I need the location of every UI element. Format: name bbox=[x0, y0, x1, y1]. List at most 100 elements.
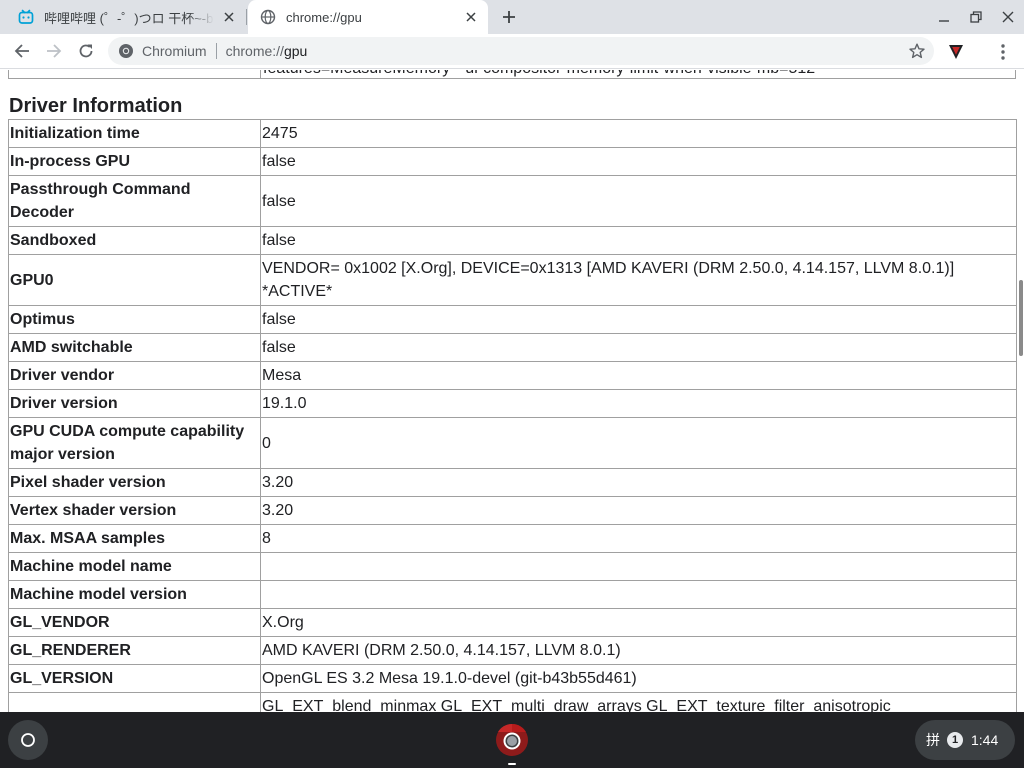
tab-bilibili[interactable]: 哔哩哔哩 (゜-゜)つロ 干杯~-bilibili bbox=[0, 0, 246, 34]
shield-extension-icon bbox=[949, 45, 963, 59]
row-value: false bbox=[260, 305, 1017, 334]
notification-count-badge[interactable]: 1 bbox=[947, 732, 963, 748]
row-key: GL_VENDOR bbox=[8, 608, 261, 637]
new-tab-button[interactable] bbox=[497, 5, 521, 29]
url-scheme: chrome:// bbox=[225, 43, 284, 59]
row-key: Passthrough Command Decoder bbox=[8, 175, 261, 227]
row-key: GL_VERSION bbox=[8, 664, 261, 693]
row-value bbox=[260, 580, 1017, 609]
row-key: GPU0 bbox=[8, 254, 261, 306]
close-tab-icon[interactable] bbox=[460, 6, 482, 28]
table-row: In-process GPU false bbox=[8, 147, 1017, 176]
shelf: 拼 1 1:44 bbox=[0, 712, 1024, 768]
table-row: GL_VENDOR X.Org bbox=[8, 608, 1017, 637]
row-value: X.Org bbox=[260, 608, 1017, 637]
row-key: Initialization time bbox=[8, 119, 261, 148]
row-key: GPU CUDA compute capability major versio… bbox=[8, 417, 261, 469]
table-row: features=MeasureMemory --ui-compositor-m… bbox=[8, 70, 1016, 79]
row-key: Sandboxed bbox=[8, 226, 261, 255]
table-row: Initialization time 2475 bbox=[8, 119, 1017, 148]
star-icon bbox=[909, 43, 925, 59]
row-key: Max. MSAA samples bbox=[8, 524, 261, 553]
row-value: false bbox=[260, 175, 1017, 227]
row-value: AMD KAVERI (DRM 2.50.0, 4.14.157, LLVM 8… bbox=[260, 636, 1017, 665]
url-host: gpu bbox=[283, 43, 308, 59]
row-key: In-process GPU bbox=[8, 147, 261, 176]
row-key: Machine model version bbox=[8, 580, 261, 609]
toolbar: Chromium chrome://gpu bbox=[0, 34, 1024, 69]
launcher-circle-icon bbox=[21, 733, 35, 747]
ime-indicator[interactable]: 拼 bbox=[926, 730, 940, 750]
omnibox[interactable]: Chromium chrome://gpu bbox=[108, 37, 934, 65]
row-key: Machine model name bbox=[8, 552, 261, 581]
status-tray[interactable]: 拼 1 1:44 bbox=[915, 720, 1015, 760]
table-row: Passthrough Command Decoder false bbox=[8, 175, 1017, 227]
row-value: 3.20 bbox=[260, 468, 1017, 497]
table-row: Vertex shader version 3.20 bbox=[8, 496, 1017, 525]
table-row: GL_VERSION OpenGL ES 3.2 Mesa 19.1.0-deve… bbox=[8, 664, 1017, 693]
scrollbar-thumb[interactable] bbox=[1019, 280, 1023, 356]
table-row: GL_EXT_blend_minmax GL_EXT_multi_draw_ar… bbox=[8, 692, 1017, 712]
site-name: Chromium bbox=[142, 43, 207, 59]
tab-title: 哔哩哔哩 (゜-゜)つロ 干杯~-bilibili bbox=[44, 10, 214, 26]
table-row: Machine model version bbox=[8, 580, 1017, 609]
table-row: Max. MSAA samples 8 bbox=[8, 524, 1017, 553]
row-key: Driver version bbox=[8, 389, 261, 418]
row-key: Vertex shader version bbox=[8, 496, 261, 525]
row-value: 0 bbox=[260, 417, 1017, 469]
close-window-button[interactable] bbox=[996, 5, 1020, 29]
minimize-button[interactable] bbox=[932, 5, 956, 29]
row-key: AMD switchable bbox=[8, 333, 261, 362]
row-value: Mesa bbox=[260, 361, 1017, 390]
globe-icon bbox=[260, 9, 276, 25]
launcher-button[interactable] bbox=[8, 720, 48, 760]
arrow-right-icon bbox=[47, 44, 62, 58]
menu-button[interactable] bbox=[992, 40, 1014, 64]
tab-strip: 哔哩哔哩 (゜-゜)つロ 干杯~-bilibili chrome://gpu bbox=[0, 0, 1024, 34]
back-button[interactable] bbox=[9, 38, 35, 64]
row-key: Driver vendor bbox=[8, 361, 261, 390]
row-value: 3.20 bbox=[260, 496, 1017, 525]
table-row: Sandboxed false bbox=[8, 226, 1017, 255]
reload-icon bbox=[79, 44, 93, 58]
clock[interactable]: 1:44 bbox=[971, 732, 998, 748]
minimize-icon bbox=[939, 20, 949, 22]
extension-button[interactable] bbox=[946, 42, 966, 62]
arrow-left-icon bbox=[14, 44, 29, 58]
row-key bbox=[8, 692, 261, 712]
row-value: false bbox=[260, 147, 1017, 176]
bilibili-icon bbox=[18, 9, 34, 24]
row-value: false bbox=[260, 226, 1017, 255]
running-app-indicator bbox=[508, 763, 516, 765]
tab-chrome-gpu[interactable]: chrome://gpu bbox=[248, 0, 488, 34]
restore-icon bbox=[970, 11, 982, 23]
url-text: chrome://gpu bbox=[226, 43, 308, 59]
page-content: features=MeasureMemory --ui-compositor-m… bbox=[0, 70, 1024, 712]
row-value: false bbox=[260, 333, 1017, 362]
close-tab-icon[interactable] bbox=[218, 6, 240, 28]
tab-title: chrome://gpu bbox=[286, 9, 362, 25]
vertical-scrollbar[interactable] bbox=[1017, 70, 1024, 712]
restore-button[interactable] bbox=[964, 5, 988, 29]
row-value: 19.1.0 bbox=[260, 389, 1017, 418]
cut-off-value-cell: features=MeasureMemory --ui-compositor-m… bbox=[260, 70, 1016, 79]
table-row: Machine model name bbox=[8, 552, 1017, 581]
chromium-icon bbox=[119, 44, 133, 58]
row-value: GL_EXT_blend_minmax GL_EXT_multi_draw_ar… bbox=[260, 692, 1017, 712]
driver-info-table: Initialization time 2475 In-process GPU fal… bbox=[8, 119, 1017, 712]
table-row: Optimus false bbox=[8, 305, 1017, 334]
chromium-app-icon[interactable] bbox=[492, 720, 532, 760]
forward-button[interactable] bbox=[41, 38, 67, 64]
bookmark-star-button[interactable] bbox=[908, 42, 926, 60]
reload-button[interactable] bbox=[73, 38, 99, 64]
row-value: OpenGL ES 3.2 Mesa 19.1.0-devel (git-b43… bbox=[260, 664, 1017, 693]
table-row: Pixel shader version 3.20 bbox=[8, 468, 1017, 497]
cut-off-key-cell bbox=[8, 70, 261, 79]
previous-section-table: features=MeasureMemory --ui-compositor-m… bbox=[8, 70, 1016, 79]
plus-icon bbox=[503, 11, 515, 23]
page-scroll-area: features=MeasureMemory --ui-compositor-m… bbox=[8, 70, 1017, 712]
table-row: Driver version 19.1.0 bbox=[8, 389, 1017, 418]
table-row: GPU0 VENDOR= 0x1002 [X.Org], DEVICE=0x131… bbox=[8, 254, 1017, 306]
row-value: 8 bbox=[260, 524, 1017, 553]
row-value bbox=[260, 552, 1017, 581]
